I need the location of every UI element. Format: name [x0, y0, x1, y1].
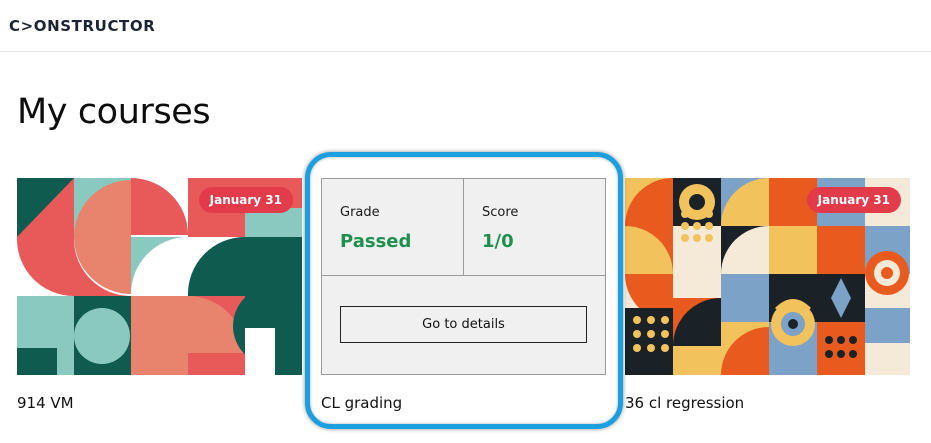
- page-title: My courses: [17, 92, 211, 132]
- course-title[interactable]: CL grading: [321, 394, 402, 412]
- course-cover-image[interactable]: January 31: [17, 178, 302, 375]
- go-to-details-button[interactable]: Go to details: [340, 306, 587, 343]
- course-cover-image[interactable]: January 31: [625, 178, 910, 375]
- top-bar: C>ONSTRUCTOR: [0, 0, 931, 52]
- grade-label: Grade: [340, 205, 380, 220]
- score-label: Score: [482, 205, 519, 220]
- date-badge: January 31: [198, 187, 293, 213]
- course-card[interactable]: January 31 36 cl regression: [625, 178, 910, 412]
- course-card[interactable]: January 31 914 VM: [17, 178, 302, 412]
- score-value: 1/0: [482, 231, 514, 252]
- course-card[interactable]: Grade Passed Score 1/0 Go to details CL …: [321, 178, 606, 412]
- constructor-logo[interactable]: C>ONSTRUCTOR: [9, 17, 155, 35]
- course-title[interactable]: 914 VM: [17, 394, 74, 412]
- grade-value: Passed: [340, 231, 412, 252]
- grade-panel: Grade Passed Score 1/0 Go to details: [321, 178, 606, 375]
- grade-cell: Grade Passed: [322, 179, 464, 276]
- course-title[interactable]: 36 cl regression: [625, 394, 744, 412]
- score-cell: Score 1/0: [464, 179, 605, 276]
- date-badge: January 31: [806, 187, 901, 213]
